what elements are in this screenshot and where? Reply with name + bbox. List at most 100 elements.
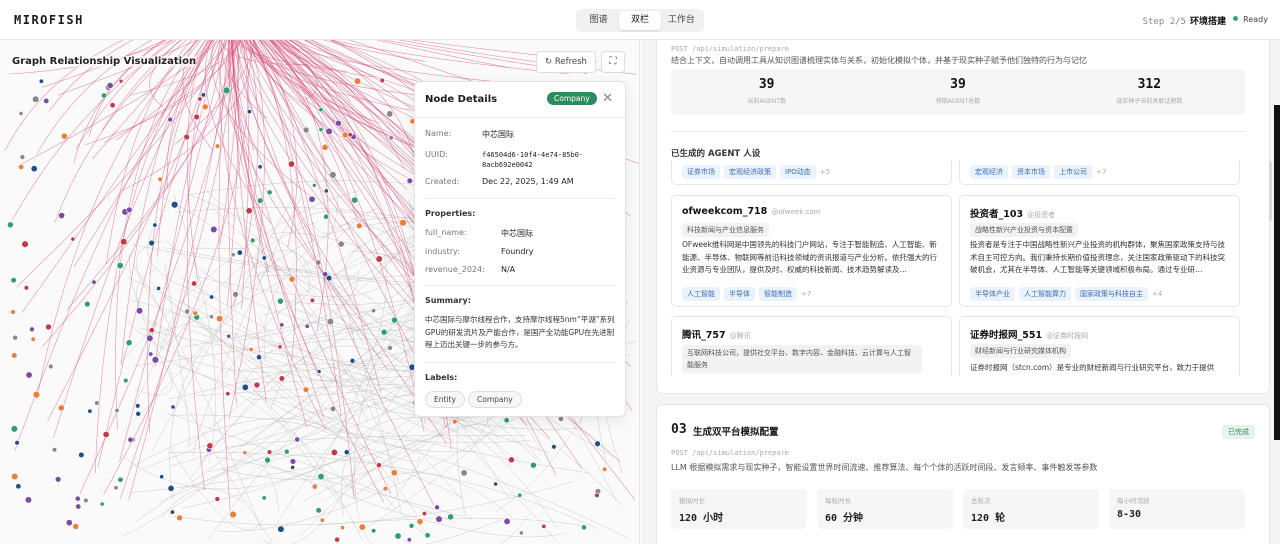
graph-node[interactable] — [284, 448, 290, 455]
graph-node[interactable] — [447, 513, 455, 521]
graph-node[interactable] — [236, 249, 243, 256]
graph-node[interactable] — [123, 377, 129, 384]
graph-node[interactable] — [421, 511, 427, 517]
graph-node[interactable] — [38, 78, 44, 84]
graph-node[interactable] — [10, 425, 18, 433]
graph-node[interactable] — [541, 523, 547, 529]
graph-node[interactable] — [116, 262, 124, 270]
graph-node[interactable] — [315, 259, 322, 266]
graph-node[interactable] — [30, 165, 38, 173]
graph-node[interactable] — [257, 197, 264, 204]
graph-node[interactable] — [371, 528, 377, 534]
graph-node[interactable] — [169, 509, 175, 515]
graph-node[interactable] — [246, 109, 252, 115]
graph-node[interactable] — [206, 442, 214, 450]
graph-node[interactable] — [334, 536, 340, 543]
graph-node[interactable] — [202, 103, 209, 111]
graph-node[interactable] — [214, 143, 221, 149]
graph-node[interactable] — [388, 135, 394, 141]
graph-node[interactable] — [75, 503, 82, 510]
graph-node[interactable] — [353, 77, 362, 85]
graph-node[interactable] — [253, 381, 261, 389]
graph-node[interactable] — [376, 462, 382, 469]
graph-node[interactable] — [48, 363, 54, 370]
graph-node[interactable] — [222, 86, 231, 95]
graph-node[interactable] — [518, 530, 524, 536]
graph-node[interactable] — [72, 523, 80, 530]
graph-node[interactable] — [329, 171, 337, 179]
graph-node[interactable] — [25, 371, 33, 379]
graph-node[interactable] — [146, 334, 154, 342]
graph-node[interactable] — [399, 218, 407, 227]
graph-node[interactable] — [10, 277, 17, 284]
graph-node[interactable] — [170, 201, 179, 209]
graph-node[interactable] — [58, 212, 66, 219]
graph-node[interactable] — [99, 501, 105, 507]
graph-node[interactable] — [277, 344, 283, 350]
graph-node[interactable] — [84, 300, 91, 308]
graph-node[interactable] — [118, 78, 124, 84]
agent-card[interactable]: ofweekcom_718 @ofweek.com 科技新闻与产业信息服务 OFw… — [671, 195, 952, 307]
graph-node[interactable] — [120, 238, 128, 246]
graph-node[interactable] — [18, 111, 24, 116]
graph-node[interactable] — [102, 430, 110, 438]
graph-node[interactable] — [200, 92, 206, 98]
graph-node[interactable] — [316, 369, 322, 374]
graph-node[interactable] — [308, 195, 316, 203]
graph-node[interactable] — [7, 221, 14, 229]
graph-node[interactable] — [135, 411, 142, 417]
graph-node[interactable] — [382, 486, 388, 492]
graph-node[interactable] — [148, 327, 155, 334]
tab-split[interactable]: 双栏 — [619, 11, 661, 30]
graph-node[interactable] — [197, 96, 203, 102]
graph-node[interactable] — [304, 323, 310, 329]
tab-workbench[interactable]: 工作台 — [661, 11, 702, 30]
graph-node[interactable] — [21, 240, 29, 248]
graph-node[interactable] — [51, 447, 58, 453]
graph-node[interactable] — [266, 189, 273, 196]
graph-node[interactable] — [379, 77, 385, 84]
graph-node[interactable] — [337, 240, 345, 248]
graph-node[interactable] — [347, 132, 353, 138]
graph-node[interactable] — [517, 492, 523, 498]
graph-node[interactable] — [114, 407, 120, 413]
graph-node[interactable] — [349, 357, 356, 364]
graph-node[interactable] — [256, 354, 262, 361]
graph-node[interactable] — [250, 237, 256, 244]
side-drawer-handle[interactable] — [1274, 105, 1280, 440]
graph-node[interactable] — [210, 225, 218, 234]
graph-node[interactable] — [83, 497, 89, 504]
graph-node[interactable] — [503, 517, 511, 525]
graph-node[interactable] — [10, 309, 16, 315]
graph-node[interactable] — [70, 236, 76, 242]
graph-node[interactable] — [278, 375, 285, 382]
graph-node[interactable] — [230, 252, 236, 258]
graph-node[interactable] — [18, 164, 25, 171]
graph-node[interactable] — [321, 143, 329, 151]
graph-node[interactable] — [322, 271, 329, 278]
agent-card[interactable]: 腾讯_757 @腾讯 互联网科技公司，提供社交平台、数字内容、金融科技、云计算与人… — [671, 316, 952, 375]
graph-node[interactable] — [312, 182, 317, 188]
graph-node[interactable] — [317, 473, 325, 481]
graph-node[interactable] — [167, 116, 174, 123]
graph-node[interactable] — [117, 476, 124, 483]
graph-node[interactable] — [386, 110, 394, 118]
graph-node[interactable] — [424, 532, 431, 539]
graph-node[interactable] — [127, 436, 134, 443]
graph-node[interactable] — [91, 279, 97, 285]
agent-card[interactable]: 投资者_103 @投资者 战略性新兴产业投资与资本配置 投资者是专注于中国战略性新… — [959, 195, 1240, 307]
graph-node[interactable] — [330, 448, 338, 456]
graph-node[interactable] — [319, 517, 325, 523]
graph-node[interactable] — [341, 131, 349, 139]
graph-node[interactable] — [241, 383, 249, 391]
graph-node[interactable] — [100, 92, 107, 99]
graph-node[interactable] — [394, 532, 402, 540]
graph-node[interactable] — [32, 390, 41, 399]
graph-node[interactable] — [391, 316, 398, 324]
graph-node[interactable] — [387, 345, 393, 351]
graph-node[interactable] — [24, 496, 33, 504]
graph-node[interactable] — [371, 308, 377, 314]
graph-node[interactable] — [191, 280, 198, 287]
graph-node[interactable] — [594, 492, 600, 498]
graph-node[interactable] — [416, 518, 424, 526]
